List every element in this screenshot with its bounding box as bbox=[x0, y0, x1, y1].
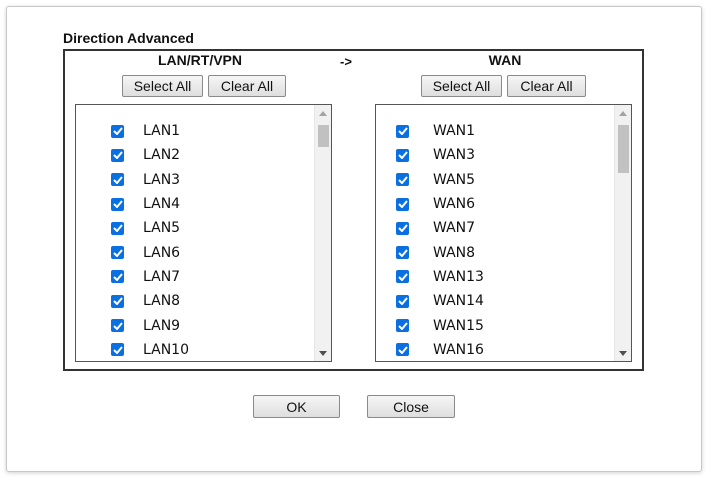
scroll-down-arrow-icon[interactable] bbox=[615, 345, 631, 361]
item-label: LAN1 bbox=[143, 123, 181, 140]
list-item[interactable]: WAN8 bbox=[376, 240, 614, 264]
checkbox-checked-icon[interactable] bbox=[396, 197, 409, 211]
list-item[interactable]: LAN6 bbox=[76, 240, 314, 264]
list-item[interactable]: LAN3 bbox=[76, 168, 314, 192]
item-label: WAN5 bbox=[433, 171, 476, 188]
item-label: WAN3 bbox=[433, 147, 476, 164]
scroll-up-arrow-icon[interactable] bbox=[615, 105, 631, 121]
item-label: WAN6 bbox=[433, 196, 476, 213]
checkbox-checked-icon[interactable] bbox=[396, 221, 409, 235]
lan-listbox[interactable]: LAN1 LAN2 LAN3 LAN4 LAN5 LAN6 LAN7 LAN8 LAN9 LAN1… bbox=[75, 104, 332, 362]
list-item[interactable]: WAN16 bbox=[376, 338, 614, 361]
list-item[interactable]: WAN13 bbox=[376, 265, 614, 289]
checkbox-checked-icon[interactable] bbox=[111, 246, 124, 260]
scroll-down-arrow-icon[interactable] bbox=[315, 345, 331, 361]
item-label: LAN8 bbox=[143, 293, 181, 310]
item-label: WAN14 bbox=[433, 293, 484, 310]
checkbox-checked-icon[interactable] bbox=[111, 197, 124, 211]
checkbox-checked-icon[interactable] bbox=[396, 294, 409, 308]
wan-scroll-thumb[interactable] bbox=[618, 125, 629, 173]
item-label: WAN15 bbox=[433, 317, 484, 334]
checkbox-checked-icon[interactable] bbox=[111, 221, 124, 235]
list-item[interactable]: WAN14 bbox=[376, 289, 614, 313]
checkbox-checked-icon[interactable] bbox=[396, 319, 409, 333]
checkbox-checked-icon[interactable] bbox=[111, 148, 124, 162]
list-item[interactable]: LAN10 bbox=[76, 338, 314, 361]
list-item[interactable]: WAN3 bbox=[376, 143, 614, 167]
list-item[interactable]: LAN7 bbox=[76, 265, 314, 289]
list-item[interactable]: LAN4 bbox=[76, 192, 314, 216]
list-item[interactable]: WAN1 bbox=[376, 119, 614, 143]
checkbox-checked-icon[interactable] bbox=[396, 246, 409, 260]
dialog-title: Direction Advanced bbox=[63, 30, 194, 46]
checkbox-checked-icon[interactable] bbox=[396, 173, 409, 187]
item-label: LAN4 bbox=[143, 196, 181, 213]
item-label: LAN2 bbox=[143, 147, 181, 164]
item-label: LAN5 bbox=[143, 220, 181, 237]
list-item[interactable]: LAN5 bbox=[76, 216, 314, 240]
item-label: LAN6 bbox=[143, 244, 181, 261]
checkbox-checked-icon[interactable] bbox=[111, 294, 124, 308]
lan-items: LAN1 LAN2 LAN3 LAN4 LAN5 LAN6 LAN7 LAN8 LAN9 LAN1… bbox=[76, 119, 314, 361]
checkbox-checked-icon[interactable] bbox=[396, 343, 409, 357]
checkbox-checked-icon[interactable] bbox=[396, 148, 409, 162]
checkbox-checked-icon[interactable] bbox=[111, 343, 124, 357]
wan-items: WAN1 WAN3 WAN5 WAN6 WAN7 WAN8 WAN13 WAN14 WAN15 W… bbox=[376, 119, 614, 361]
wan-clear-all-button[interactable]: Clear All bbox=[507, 75, 586, 97]
lan-select-all-button[interactable]: Select All bbox=[122, 75, 203, 97]
close-button[interactable]: Close bbox=[367, 395, 455, 418]
item-label: LAN10 bbox=[143, 341, 189, 358]
item-label: WAN1 bbox=[433, 123, 476, 140]
direction-arrow: -> bbox=[340, 54, 352, 69]
wan-scrollbar[interactable] bbox=[614, 105, 631, 361]
list-item[interactable]: WAN7 bbox=[376, 216, 614, 240]
checkbox-checked-icon[interactable] bbox=[111, 173, 124, 187]
list-item[interactable]: WAN15 bbox=[376, 313, 614, 337]
lan-scrollbar[interactable] bbox=[314, 105, 331, 361]
item-label: WAN16 bbox=[433, 341, 484, 358]
list-item[interactable]: LAN8 bbox=[76, 289, 314, 313]
wan-listbox[interactable]: WAN1 WAN3 WAN5 WAN6 WAN7 WAN8 WAN13 WAN14 WAN15 W… bbox=[375, 104, 632, 362]
list-item[interactable]: WAN5 bbox=[376, 168, 614, 192]
wan-select-all-button[interactable]: Select All bbox=[421, 75, 502, 97]
checkbox-checked-icon[interactable] bbox=[111, 319, 124, 333]
checkbox-checked-icon[interactable] bbox=[396, 270, 409, 284]
lan-heading: LAN/RT/VPN bbox=[158, 52, 242, 68]
lan-clear-all-button[interactable]: Clear All bbox=[208, 75, 286, 97]
checkbox-checked-icon[interactable] bbox=[396, 124, 409, 138]
item-label: LAN9 bbox=[143, 317, 181, 334]
ok-button[interactable]: OK bbox=[253, 395, 340, 418]
list-item[interactable]: LAN1 bbox=[76, 119, 314, 143]
lan-scroll-thumb[interactable] bbox=[318, 125, 329, 147]
wan-heading: WAN bbox=[488, 52, 522, 68]
item-label: WAN8 bbox=[433, 244, 476, 261]
item-label: LAN7 bbox=[143, 268, 181, 285]
scroll-up-arrow-icon[interactable] bbox=[315, 105, 331, 121]
checkbox-checked-icon[interactable] bbox=[111, 270, 124, 284]
list-item[interactable]: WAN6 bbox=[376, 192, 614, 216]
item-label: WAN13 bbox=[433, 268, 484, 285]
list-item[interactable]: LAN2 bbox=[76, 143, 314, 167]
checkbox-checked-icon[interactable] bbox=[111, 124, 124, 138]
item-label: LAN3 bbox=[143, 171, 181, 188]
list-item[interactable]: LAN9 bbox=[76, 313, 314, 337]
item-label: WAN7 bbox=[433, 220, 476, 237]
